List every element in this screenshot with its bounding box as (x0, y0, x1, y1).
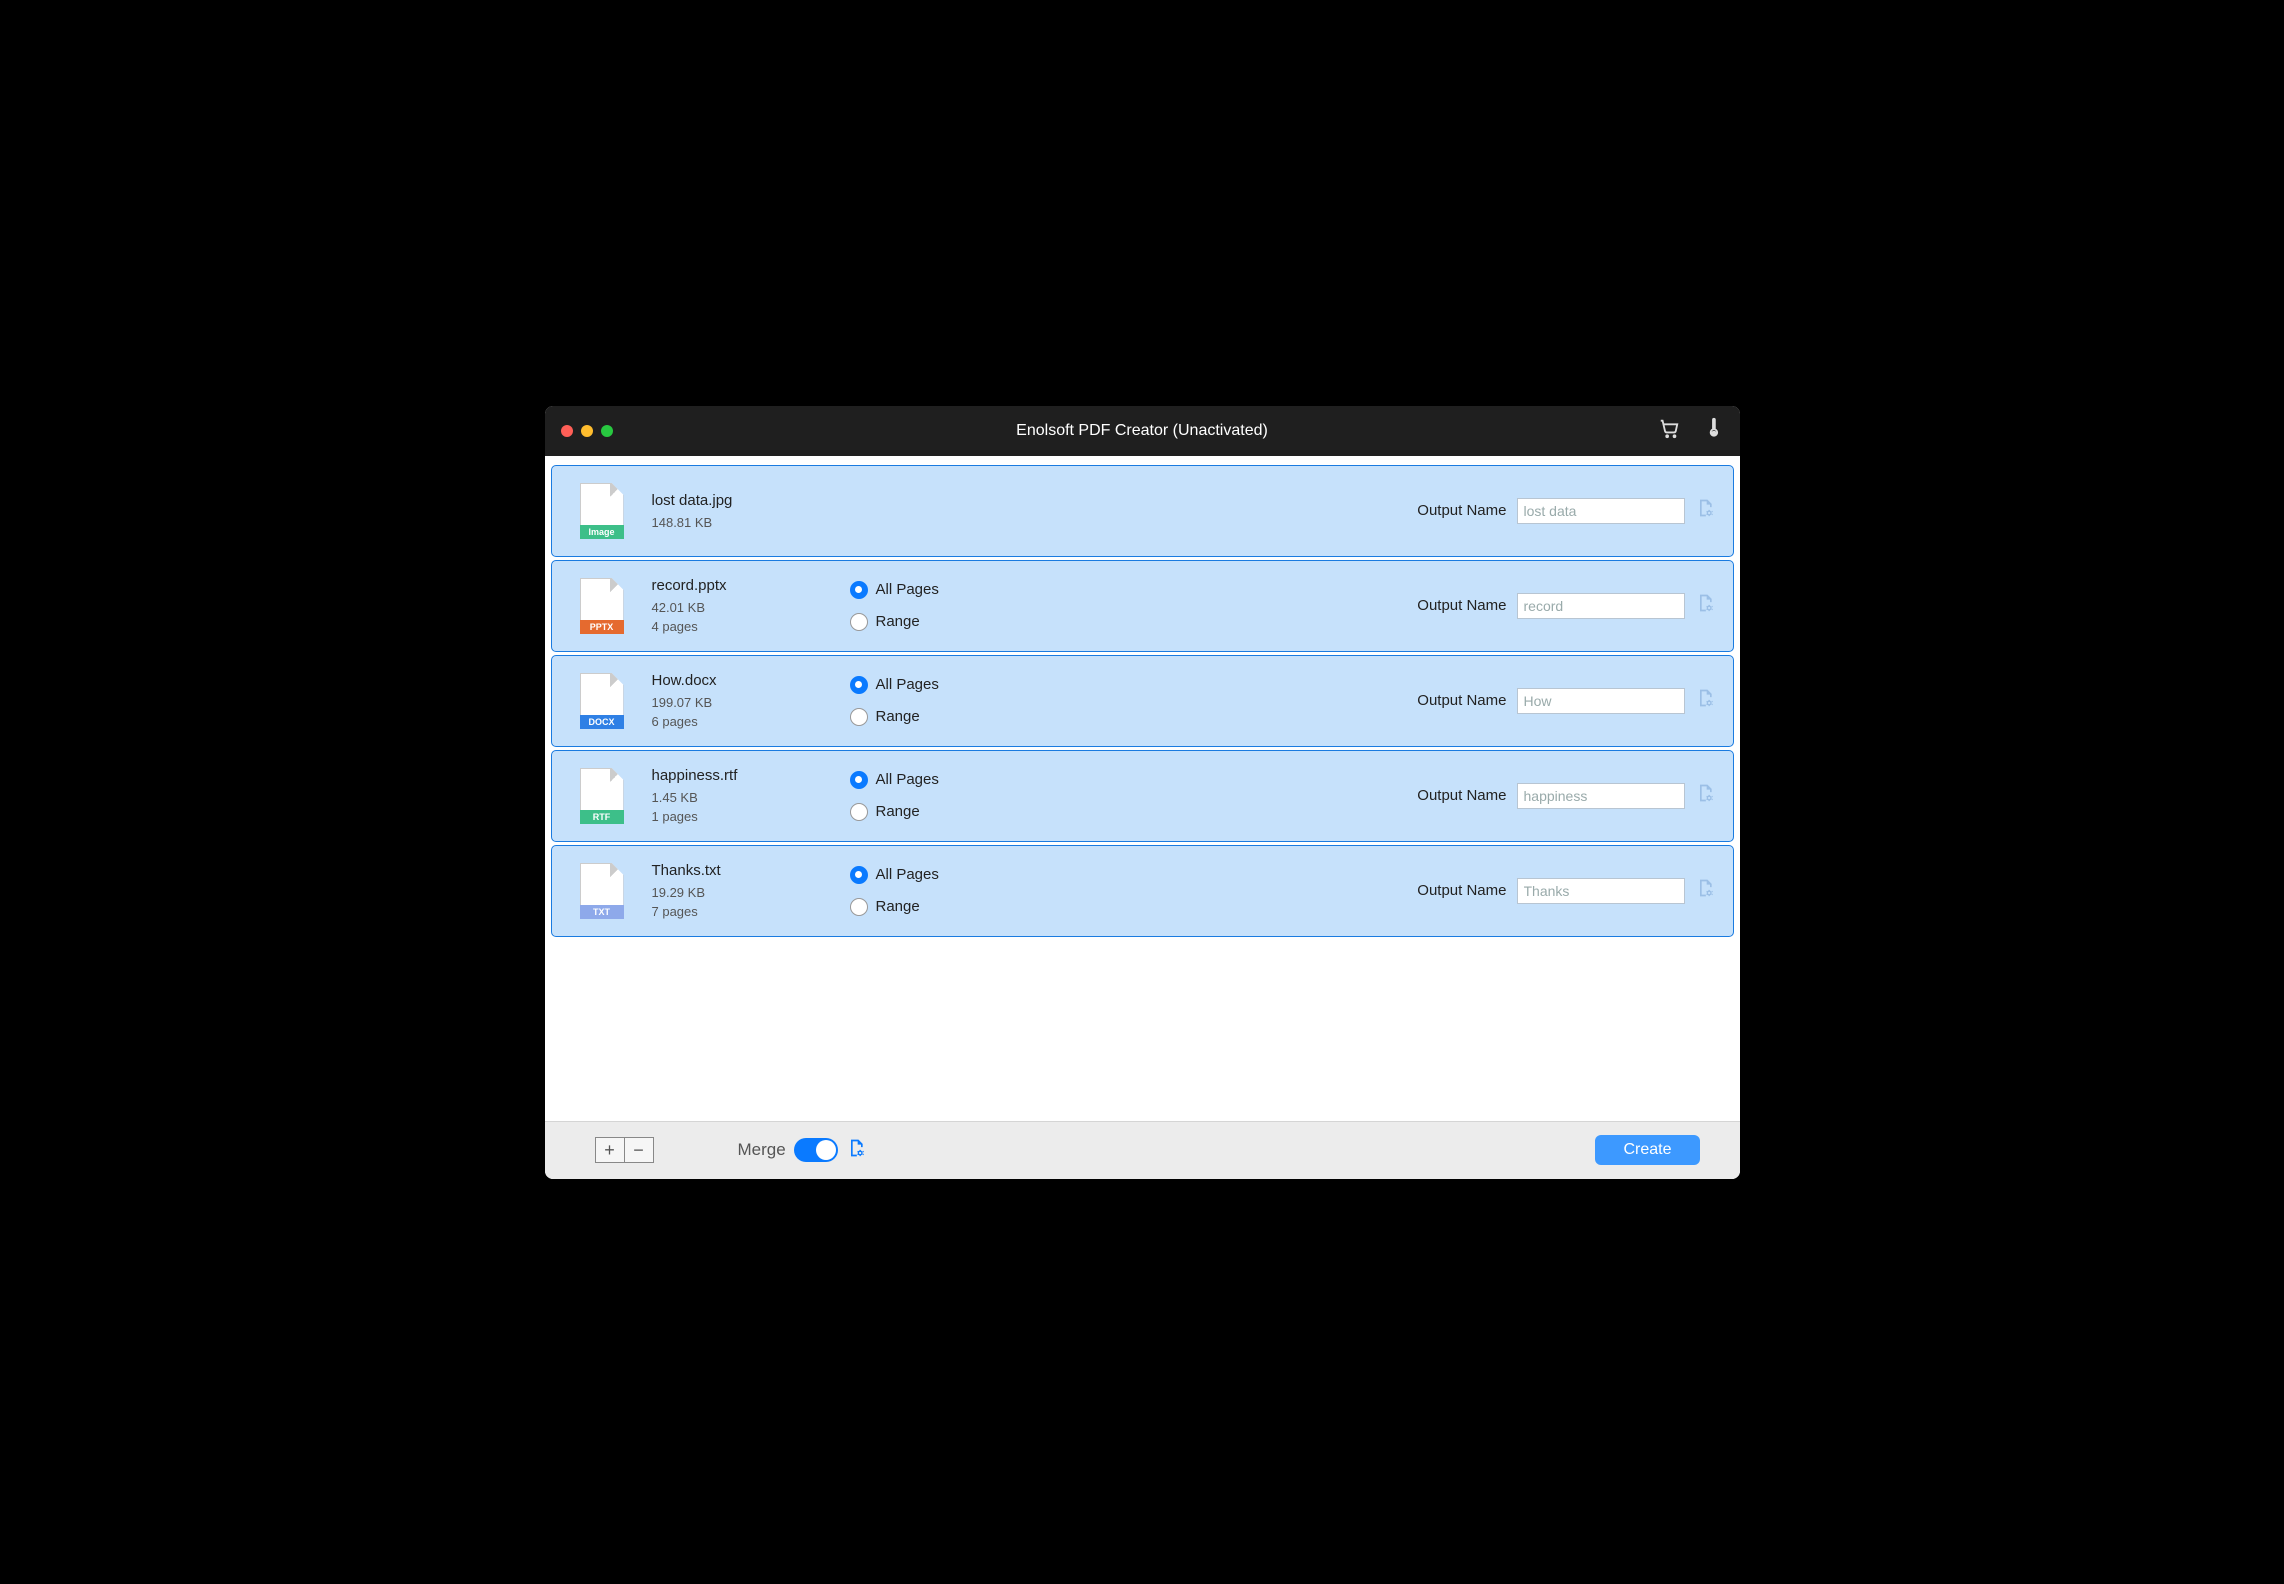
file-name: lost data.jpg (652, 492, 822, 509)
output-name-input[interactable] (1517, 593, 1685, 619)
output-name-label: Output Name (1417, 787, 1506, 804)
footer-toolbar: + − Merge Create (545, 1121, 1740, 1179)
range-radio[interactable]: Range (850, 613, 1000, 631)
output-name-label: Output Name (1417, 502, 1506, 519)
file-type-tag: TXT (580, 905, 624, 919)
page-range-options: All Pages Range (850, 581, 1000, 631)
window-title: Enolsoft PDF Creator (Unactivated) (1016, 422, 1268, 440)
merge-toggle[interactable] (794, 1138, 838, 1162)
output-name-input[interactable] (1517, 783, 1685, 809)
file-name: record.pptx (652, 577, 822, 594)
file-type-icon: DOCX (580, 673, 624, 729)
all-pages-radio[interactable]: All Pages (850, 676, 1000, 694)
app-window: Enolsoft PDF Creator (Unactivated) Image (545, 406, 1740, 1179)
output-group: Output Name (1417, 688, 1714, 714)
all-pages-radio[interactable]: All Pages (850, 771, 1000, 789)
output-group: Output Name (1417, 593, 1714, 619)
file-meta: How.docx 199.07 KB 6 pages (652, 672, 822, 729)
output-name-label: Output Name (1417, 692, 1506, 709)
file-row[interactable]: Image lost data.jpg 148.81 KB Output Nam… (551, 465, 1734, 557)
file-size: 148.81 KB (652, 515, 822, 530)
file-size: 19.29 KB (652, 885, 822, 900)
file-type-icon: PPTX (580, 578, 624, 634)
range-radio[interactable]: Range (850, 708, 1000, 726)
output-name-label: Output Name (1417, 882, 1506, 899)
create-button[interactable]: Create (1595, 1135, 1699, 1165)
file-size: 1.45 KB (652, 790, 822, 805)
merge-settings-icon[interactable] (846, 1138, 866, 1163)
page-range-options: All Pages Range (850, 771, 1000, 821)
file-type-tag: DOCX (580, 715, 624, 729)
file-settings-icon[interactable] (1695, 688, 1715, 713)
cart-icon[interactable] (1658, 417, 1680, 444)
output-name-label: Output Name (1417, 597, 1506, 614)
file-type-tag: Image (580, 525, 624, 539)
file-page-count: 6 pages (652, 714, 822, 729)
file-settings-icon[interactable] (1695, 498, 1715, 523)
file-row[interactable]: TXT Thanks.txt 19.29 KB 7 pages All Page… (551, 845, 1734, 937)
output-name-input[interactable] (1517, 878, 1685, 904)
output-group: Output Name (1417, 878, 1714, 904)
file-page-count: 4 pages (652, 619, 822, 634)
page-range-options: All Pages Range (850, 676, 1000, 726)
window-controls (561, 425, 613, 437)
file-list: Image lost data.jpg 148.81 KB Output Nam… (545, 456, 1740, 946)
output-name-input[interactable] (1517, 688, 1685, 714)
output-group: Output Name (1417, 783, 1714, 809)
file-settings-icon[interactable] (1695, 878, 1715, 903)
titlebar: Enolsoft PDF Creator (Unactivated) (545, 406, 1740, 456)
file-meta: lost data.jpg 148.81 KB (652, 492, 822, 530)
file-meta: record.pptx 42.01 KB 4 pages (652, 577, 822, 634)
file-settings-icon[interactable] (1695, 783, 1715, 808)
file-type-tag: PPTX (580, 620, 624, 634)
file-type-icon: Image (580, 483, 624, 539)
window-minimize-button[interactable] (581, 425, 593, 437)
output-name-input[interactable] (1517, 498, 1685, 524)
empty-area (545, 946, 1740, 1121)
range-radio[interactable]: Range (850, 898, 1000, 916)
file-name: happiness.rtf (652, 767, 822, 784)
file-meta: Thanks.txt 19.29 KB 7 pages (652, 862, 822, 919)
file-type-icon: RTF (580, 768, 624, 824)
file-row[interactable]: RTF happiness.rtf 1.45 KB 1 pages All Pa… (551, 750, 1734, 842)
remove-file-button[interactable]: − (624, 1137, 654, 1163)
window-close-button[interactable] (561, 425, 573, 437)
file-page-count: 7 pages (652, 904, 822, 919)
file-size: 42.01 KB (652, 600, 822, 615)
range-radio[interactable]: Range (850, 803, 1000, 821)
file-name: How.docx (652, 672, 822, 689)
page-range-options: All Pages Range (850, 866, 1000, 916)
file-type-tag: RTF (580, 810, 624, 824)
window-zoom-button[interactable] (601, 425, 613, 437)
file-type-icon: TXT (580, 863, 624, 919)
output-group: Output Name (1417, 498, 1714, 524)
file-settings-icon[interactable] (1695, 593, 1715, 618)
all-pages-radio[interactable]: All Pages (850, 866, 1000, 884)
file-name: Thanks.txt (652, 862, 822, 879)
merge-label: Merge (738, 1140, 786, 1160)
add-remove-group: + − (595, 1137, 654, 1163)
file-page-count: 1 pages (652, 809, 822, 824)
all-pages-radio[interactable]: All Pages (850, 581, 1000, 599)
file-size: 199.07 KB (652, 695, 822, 710)
file-row[interactable]: DOCX How.docx 199.07 KB 6 pages All Page… (551, 655, 1734, 747)
thermometer-icon[interactable] (1702, 417, 1724, 444)
file-row[interactable]: PPTX record.pptx 42.01 KB 4 pages All Pa… (551, 560, 1734, 652)
file-meta: happiness.rtf 1.45 KB 1 pages (652, 767, 822, 824)
add-file-button[interactable]: + (595, 1137, 625, 1163)
